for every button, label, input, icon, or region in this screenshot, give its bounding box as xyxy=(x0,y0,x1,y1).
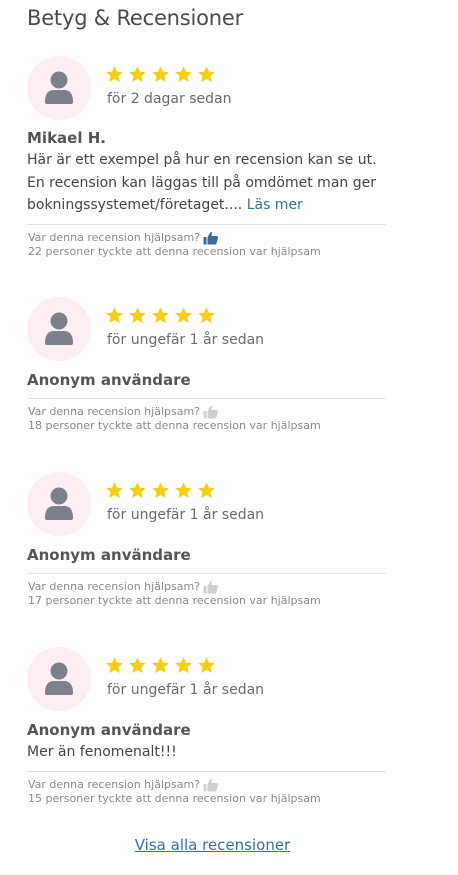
avatar xyxy=(27,472,91,536)
helpful-count: 17 personer tyckte att denna recension v… xyxy=(28,594,321,607)
review-date: för ungefär 1 år sedan xyxy=(107,507,265,523)
show-all-reviews-link[interactable]: Visa alla recensioner xyxy=(0,836,425,854)
helpful-section: Var denna recension hjälpsam? 22 persone… xyxy=(28,231,321,259)
star-icon xyxy=(105,306,124,325)
review-card: för 2 dagar sedan Mikael H. Här är ett e… xyxy=(27,56,387,266)
review-date: för 2 dagar sedan xyxy=(107,91,232,107)
review-card: för ungefär 1 år sedan Anonym användare … xyxy=(27,647,387,812)
star-icon xyxy=(174,481,193,500)
star-icon xyxy=(128,481,147,500)
review-card: för ungefär 1 år sedan Anonym användare … xyxy=(27,297,387,437)
avatar xyxy=(27,56,91,120)
thumbs-up-icon[interactable] xyxy=(203,778,219,792)
star-icon xyxy=(151,65,170,84)
review-card: för ungefär 1 år sedan Anonym användare … xyxy=(27,472,387,612)
star-icon xyxy=(151,481,170,500)
star-rating xyxy=(105,306,216,326)
star-icon xyxy=(197,656,216,675)
review-date: för ungefär 1 år sedan xyxy=(107,682,265,698)
star-icon xyxy=(151,656,170,675)
avatar xyxy=(27,297,91,361)
thumbs-up-icon[interactable] xyxy=(203,580,219,594)
review-text: Mer än fenomenalt!!! xyxy=(27,744,177,760)
star-icon xyxy=(128,306,147,325)
divider xyxy=(27,224,386,225)
helpful-count: 15 personer tyckte att denna recension v… xyxy=(28,792,321,805)
divider xyxy=(27,573,386,574)
helpful-question: Var denna recension hjälpsam? xyxy=(28,231,201,244)
helpful-count: 22 personer tyckte att denna recension v… xyxy=(28,245,321,258)
star-icon xyxy=(105,65,124,84)
star-icon xyxy=(151,306,170,325)
star-icon xyxy=(128,65,147,84)
thumbs-up-icon-active[interactable] xyxy=(203,231,219,245)
review-author: Anonym användare xyxy=(27,371,191,389)
helpful-question: Var denna recension hjälpsam? xyxy=(28,580,201,593)
star-icon xyxy=(174,65,193,84)
star-icon xyxy=(105,481,124,500)
helpful-section: Var denna recension hjälpsam? 15 persone… xyxy=(28,778,321,806)
divider xyxy=(27,771,386,772)
page-title: Betyg & Recensioner xyxy=(27,6,244,30)
helpful-count: 18 personer tyckte att denna recension v… xyxy=(28,419,321,432)
helpful-question: Var denna recension hjälpsam? xyxy=(28,405,201,418)
star-icon xyxy=(197,65,216,84)
read-more-link[interactable]: Läs mer xyxy=(247,197,303,213)
review-text-content: Här är ett exempel på hur en recension k… xyxy=(27,152,377,213)
divider xyxy=(27,398,386,399)
star-icon xyxy=(105,656,124,675)
star-icon xyxy=(197,306,216,325)
helpful-section: Var denna recension hjälpsam? 17 persone… xyxy=(28,580,321,608)
avatar xyxy=(27,647,91,711)
review-date: för ungefär 1 år sedan xyxy=(107,332,265,348)
star-icon xyxy=(174,306,193,325)
reviews-widget: Betyg & Recensioner för 2 dagar sedan Mi… xyxy=(0,0,458,875)
user-icon xyxy=(27,647,91,711)
star-rating xyxy=(105,65,216,85)
review-author: Anonym användare xyxy=(27,721,191,739)
user-icon xyxy=(27,472,91,536)
star-icon xyxy=(128,656,147,675)
thumbs-up-icon[interactable] xyxy=(203,405,219,419)
helpful-question: Var denna recension hjälpsam? xyxy=(28,778,201,791)
star-icon xyxy=(174,656,193,675)
review-author: Mikael H. xyxy=(27,129,106,147)
helpful-section: Var denna recension hjälpsam? 18 persone… xyxy=(28,405,321,433)
star-icon xyxy=(197,481,216,500)
review-text: Här är ett exempel på hur en recension k… xyxy=(27,149,383,217)
star-rating xyxy=(105,481,216,501)
user-icon xyxy=(27,297,91,361)
star-rating xyxy=(105,656,216,676)
user-icon xyxy=(27,56,91,120)
review-author: Anonym användare xyxy=(27,546,191,564)
